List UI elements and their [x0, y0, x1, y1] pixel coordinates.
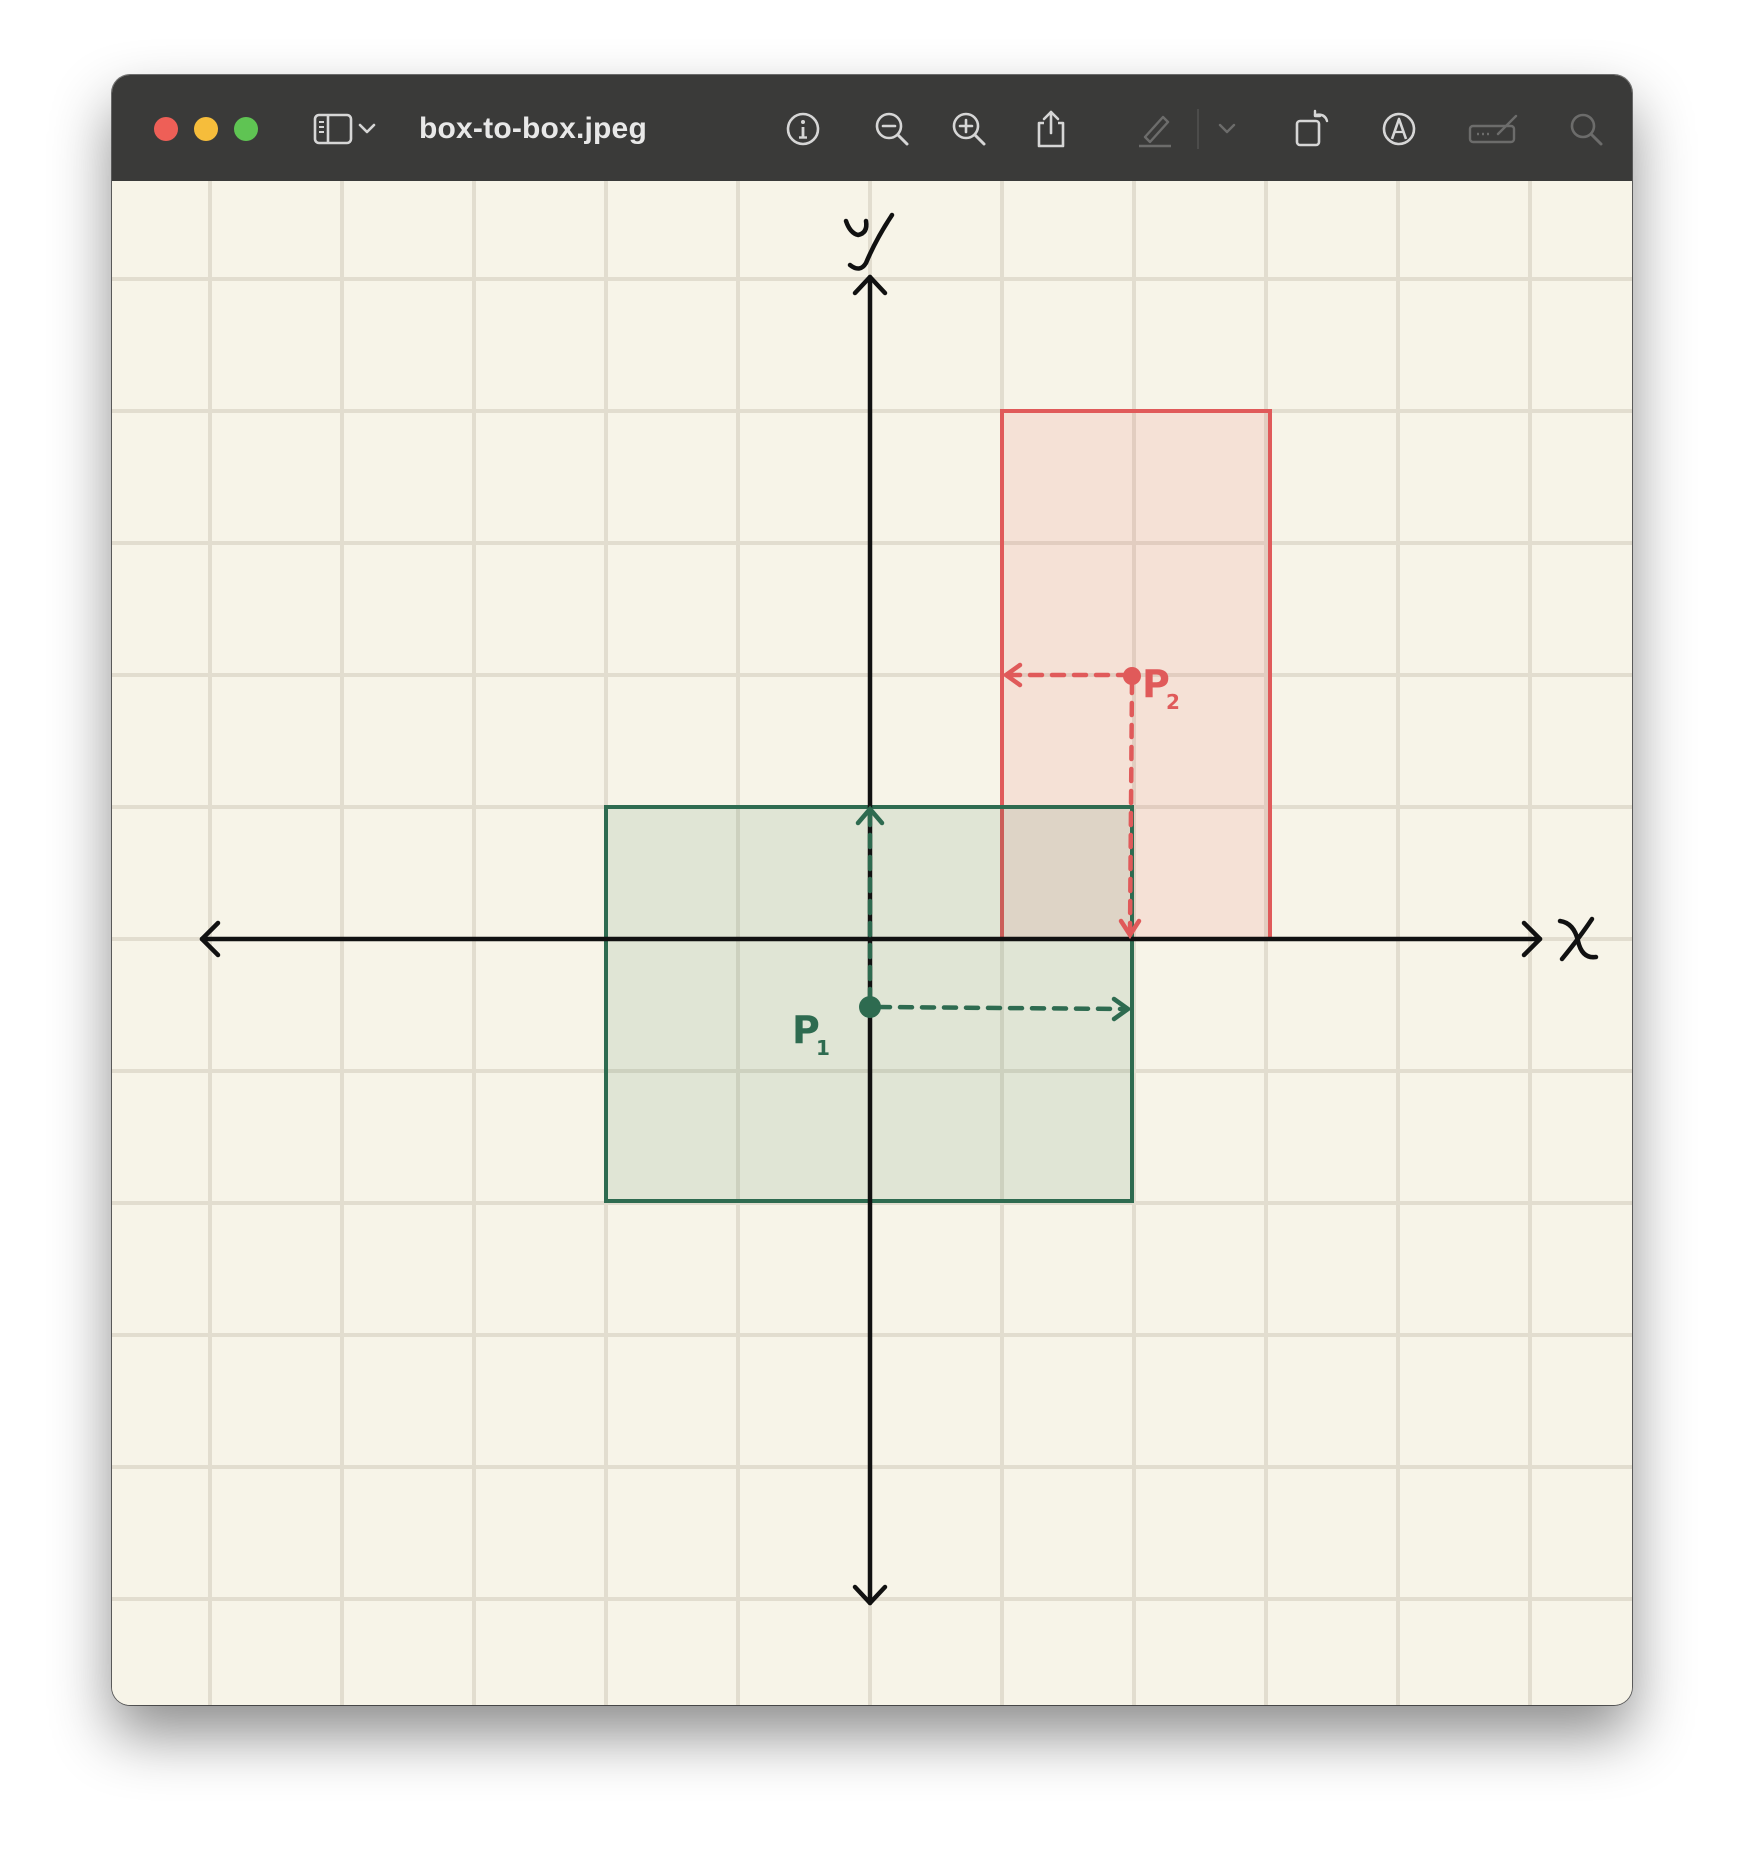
highlight-icon[interactable]: [1130, 104, 1180, 154]
p2-label-subscript: 2: [1166, 690, 1180, 714]
sidebar-icon[interactable]: [308, 104, 358, 154]
x-axis-label-text: x: [1582, 970, 1583, 972]
image-canvas: x y P 2 P 1: [112, 181, 1632, 1705]
p1-label-subscript: 1: [816, 1036, 830, 1060]
toolbar-separator: [1197, 109, 1199, 149]
markup-icon[interactable]: [1374, 104, 1424, 154]
p2-point: [1123, 667, 1141, 685]
chevron-down-icon[interactable]: [1212, 104, 1242, 154]
diagram: x y P 2 P 1: [112, 181, 1632, 1705]
zoom-out-icon[interactable]: [867, 104, 917, 154]
search-icon[interactable]: [1561, 104, 1611, 154]
preview-window: box-to-box.jpeg x y P 2 P 1: [112, 75, 1632, 1705]
rotate-icon[interactable]: [1288, 104, 1338, 154]
share-icon[interactable]: [1026, 104, 1076, 154]
p1-point: [859, 996, 881, 1018]
window-title: box-to-box.jpeg: [419, 112, 647, 145]
minimize-button[interactable]: [194, 117, 218, 141]
zoom-button[interactable]: [234, 117, 258, 141]
close-button[interactable]: [154, 117, 178, 141]
chevron-down-icon[interactable]: [352, 104, 382, 154]
title-bar: box-to-box.jpeg: [112, 75, 1632, 181]
signature-icon[interactable]: [1459, 104, 1529, 154]
zoom-in-icon[interactable]: [944, 104, 994, 154]
info-icon[interactable]: [778, 104, 828, 154]
